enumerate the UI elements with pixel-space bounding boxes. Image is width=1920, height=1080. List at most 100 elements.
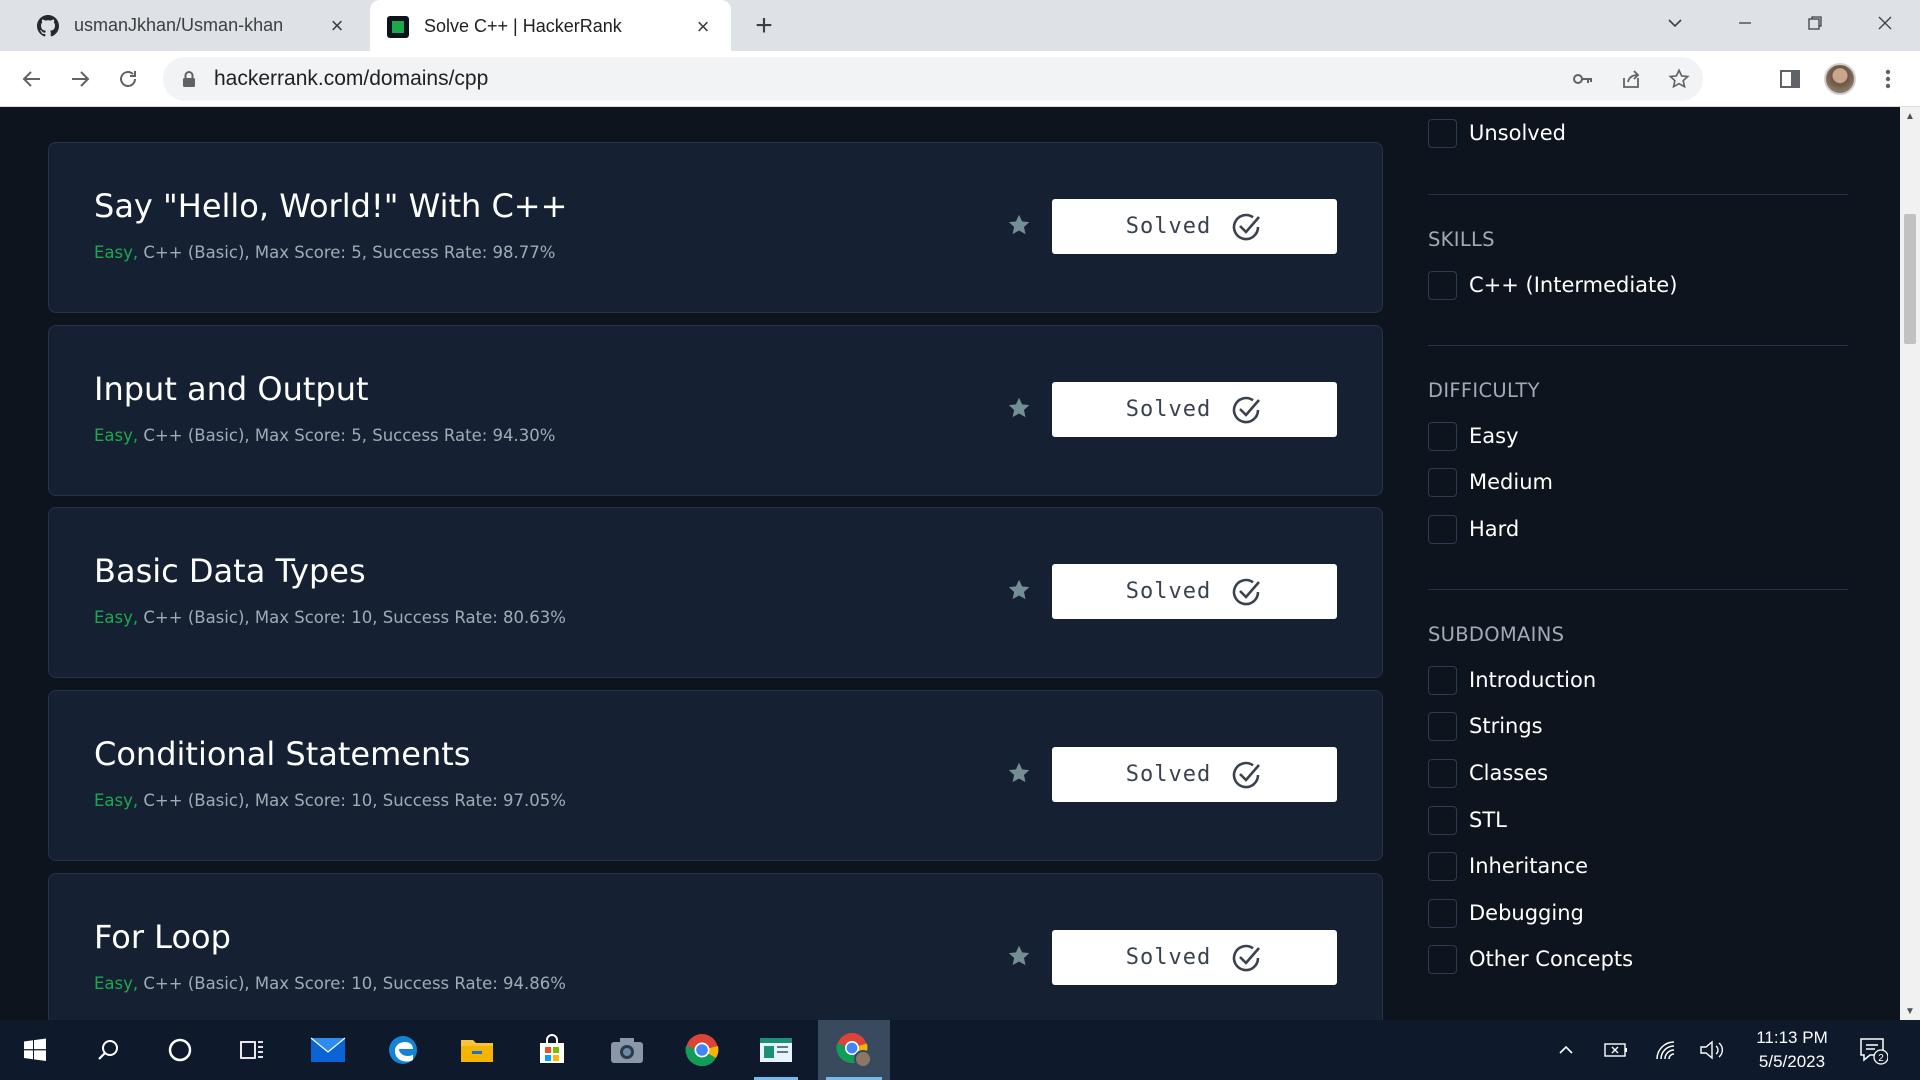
back-arrow-icon[interactable] [16,63,48,95]
filter-medium[interactable]: Medium [1428,466,1553,498]
filter-unsolved[interactable]: Unsolved [1428,117,1566,149]
solved-button[interactable]: Solved [1052,564,1337,619]
side-panel-icon[interactable] [1774,63,1806,95]
solved-button[interactable]: Solved [1052,382,1337,437]
page-content: Say "Hello, World!" With C++ Easy, C++ (… [0,107,1900,1020]
checkbox[interactable] [1428,514,1457,544]
close-icon[interactable]: × [325,13,349,38]
filter-cpp-intermediate[interactable]: C++ (Intermediate) [1428,269,1677,301]
lock-icon[interactable] [179,69,199,89]
cortana-icon[interactable] [150,1020,210,1080]
checkbox[interactable] [1428,421,1457,451]
challenge-card[interactable]: Conditional Statements Easy, C++ (Basic)… [48,690,1383,861]
challenge-title[interactable]: Basic Data Types [94,552,366,590]
clock[interactable]: 11:13 PM 5/5/2023 [1742,1026,1842,1074]
filter-hard[interactable]: Hard [1428,513,1519,545]
checkbox[interactable] [1428,118,1457,148]
filter-other-concepts[interactable]: Other Concepts [1428,943,1633,975]
filter-inheritance[interactable]: Inheritance [1428,850,1588,882]
scroll-down-icon[interactable]: ▼ [1900,1002,1920,1020]
profile-avatar[interactable] [1824,63,1856,95]
challenge-details: C++ (Basic), Max Score: 10, Success Rate… [138,974,566,993]
challenge-title[interactable]: Say "Hello, World!" With C++ [94,187,567,225]
chevron-up-icon[interactable] [1550,1020,1582,1080]
chrome-icon[interactable] [672,1020,732,1080]
filter-strings[interactable]: Strings [1428,710,1543,742]
challenge-title[interactable]: Input and Output [94,370,369,408]
scrollbar-thumb[interactable] [1904,214,1916,344]
filter-label: STL [1469,808,1507,832]
taskbar: 11:13 PM 5/5/2023 2 [0,1020,1920,1080]
close-icon[interactable]: × [691,14,715,39]
checkbox[interactable] [1428,711,1457,741]
notifications-icon[interactable]: 2 [1852,1020,1894,1080]
filter-classes[interactable]: Classes [1428,757,1548,789]
solved-label: Solved [1125,945,1212,970]
camera-icon[interactable] [597,1020,657,1080]
filter-label: Hard [1469,517,1520,541]
challenge-card[interactable]: Basic Data Types Easy, C++ (Basic), Max … [48,507,1383,678]
url-text[interactable]: hackerrank.com/domains/cpp [214,67,1559,91]
reload-icon[interactable] [112,63,144,95]
share-icon[interactable] [1607,57,1655,101]
star-icon[interactable] [1004,758,1034,788]
network-icon[interactable] [1648,1020,1684,1080]
checkbox[interactable] [1428,758,1457,788]
checkbox[interactable] [1428,898,1457,928]
edge-icon[interactable] [373,1020,433,1080]
checkbox[interactable] [1428,270,1457,300]
check-circle-icon [1229,941,1263,975]
minimize-icon[interactable] [1710,0,1780,45]
app-icon[interactable] [746,1020,806,1080]
filter-label: Easy [1469,424,1519,448]
filter-debugging[interactable]: Debugging [1428,897,1584,929]
scroll-up-icon[interactable]: ▲ [1900,107,1920,125]
close-window-icon[interactable] [1850,0,1920,45]
key-icon[interactable] [1559,57,1607,101]
filter-label: Other Concepts [1469,947,1634,971]
challenge-title[interactable]: For Loop [94,918,231,956]
mail-icon[interactable] [298,1020,358,1080]
solved-button[interactable]: Solved [1052,199,1337,254]
new-tab-icon[interactable]: + [748,9,780,42]
file-explorer-icon[interactable] [447,1020,507,1080]
checkbox[interactable] [1428,467,1457,497]
forward-arrow-icon[interactable] [64,63,96,95]
bookmark-star-icon[interactable] [1655,57,1703,101]
checkbox[interactable] [1428,805,1457,835]
chrome-profile-icon[interactable] [818,1020,890,1080]
tab-search-icon[interactable] [1640,0,1710,45]
filter-introduction[interactable]: Introduction [1428,664,1596,696]
star-icon[interactable] [1004,941,1034,971]
battery-icon[interactable] [1598,1020,1634,1080]
star-icon[interactable] [1004,575,1034,605]
restore-icon[interactable] [1780,0,1850,45]
challenge-card[interactable]: Say "Hello, World!" With C++ Easy, C++ (… [48,142,1383,313]
filter-stl[interactable]: STL [1428,804,1507,836]
task-view-icon[interactable] [222,1020,282,1080]
challenge-card[interactable]: Input and Output Easy, C++ (Basic), Max … [48,325,1383,496]
checkbox[interactable] [1428,944,1457,974]
filter-label: Debugging [1469,901,1584,925]
more-menu-icon[interactable] [1872,63,1904,95]
tab-hackerrank[interactable]: Solve C++ | HackerRank × [370,0,731,53]
challenge-card[interactable]: For Loop Easy, C++ (Basic), Max Score: 1… [48,873,1383,1020]
star-icon[interactable] [1004,393,1034,423]
search-icon[interactable] [78,1020,138,1080]
volume-icon[interactable] [1694,1020,1730,1080]
challenge-title[interactable]: Conditional Statements [94,735,470,773]
address-bar[interactable]: hackerrank.com/domains/cpp [163,57,1703,101]
checkbox[interactable] [1428,851,1457,881]
star-icon[interactable] [1004,210,1034,240]
divider [1428,194,1848,195]
solved-button[interactable]: Solved [1052,747,1337,802]
microsoft-store-icon[interactable] [522,1020,582,1080]
tab-github[interactable]: usmanJkhan/Usman-khan × [20,0,365,51]
page-scrollbar[interactable]: ▲ ▼ [1900,107,1920,1020]
windows-start-icon[interactable] [5,1020,65,1080]
checkbox[interactable] [1428,665,1457,695]
filter-easy[interactable]: Easy [1428,420,1519,452]
solved-button[interactable]: Solved [1052,930,1337,985]
challenge-meta: Easy, C++ (Basic), Max Score: 5, Success… [94,243,555,262]
solved-label: Solved [1125,214,1212,239]
